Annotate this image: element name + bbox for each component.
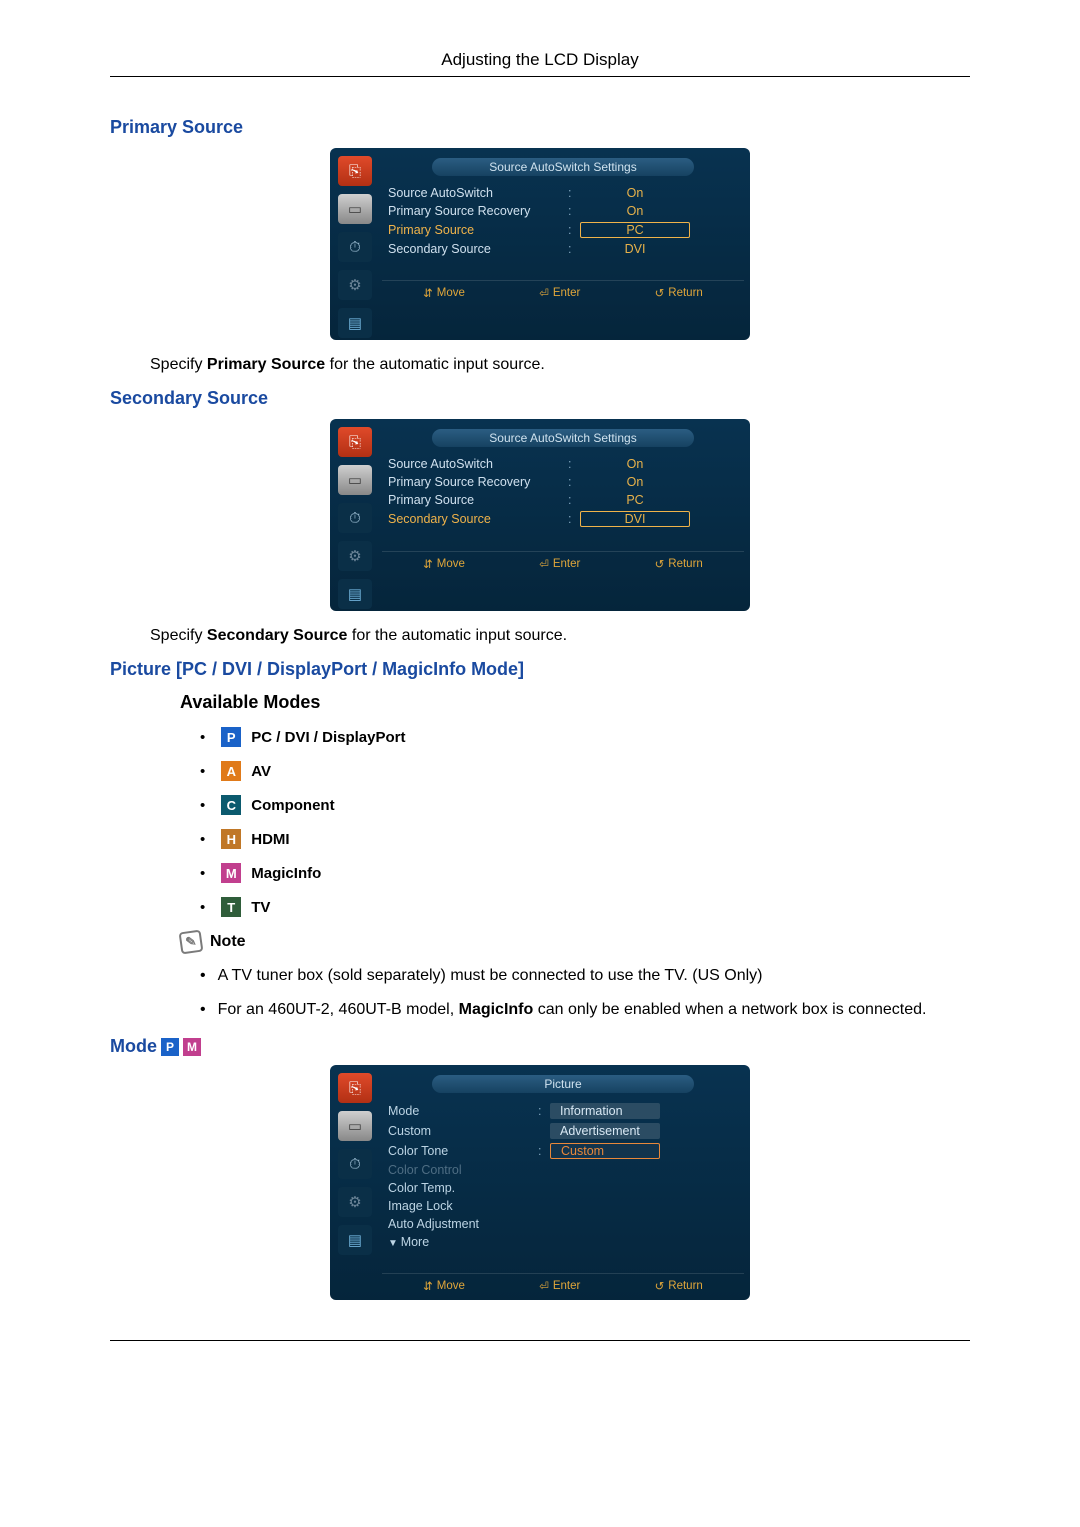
c-icon: C <box>221 795 241 815</box>
osd-icon-multi: ▤ <box>338 1225 372 1255</box>
osd-row-image-lock[interactable]: Image Lock <box>388 1197 738 1215</box>
heading-available-modes: Available Modes <box>180 692 970 713</box>
osd-hint-enter: ⏎ Enter <box>539 1279 580 1293</box>
osd-row-primary-recovery[interactable]: Primary Source Recovery: On <box>388 473 738 491</box>
osd-secondary-source: ⎘ ▭ ⏱ ⚙ ▤ Source AutoSwitch Settings Sou… <box>110 419 970 611</box>
osd-icon-input: ⎘ <box>338 1073 372 1103</box>
note-item: For an 460UT-2, 460UT-B model, MagicInfo… <box>200 999 970 1021</box>
p-icon: P <box>161 1038 179 1056</box>
osd-title: Picture <box>432 1075 695 1093</box>
heading-picture-mode: Picture [PC / DVI / DisplayPort / MagicI… <box>110 659 970 680</box>
osd-row-secondary-source[interactable]: Secondary Source: DVI <box>388 240 738 258</box>
osd-row-custom[interactable]: Custom Advertisement <box>388 1121 738 1141</box>
mode-item-tv: T TV <box>200 897 970 917</box>
osd-icon-sound: ⏱ <box>338 503 372 533</box>
osd-row-primary-recovery[interactable]: Primary Source Recovery: On <box>388 202 738 220</box>
osd-title: Source AutoSwitch Settings <box>432 429 695 447</box>
osd-hint-move: ⇵ Move <box>423 286 465 300</box>
osd-picture-mode: ⎘ ▭ ⏱ ⚙ ▤ Picture Mode: Information Cust… <box>110 1065 970 1300</box>
osd-hint-return: ↺ Return <box>655 286 703 300</box>
osd-sidebar: ⎘ ▭ ⏱ ⚙ ▤ <box>336 425 380 611</box>
osd-row-color-temp[interactable]: Color Temp. <box>388 1179 738 1197</box>
osd-icon-multi: ▤ <box>338 308 372 338</box>
osd-footer: ⇵ Move ⏎ Enter ↺ Return <box>382 280 744 307</box>
osd-row-primary-source[interactable]: Primary Source: PC <box>388 220 738 240</box>
primary-source-description: Specify Primary Source for the automatic… <box>150 356 970 374</box>
mode-item-component: C Component <box>200 795 970 815</box>
m-icon: M <box>221 863 241 883</box>
page-header: Adjusting the LCD Display <box>110 50 970 77</box>
note-item: A TV tuner box (sold separately) must be… <box>200 965 970 987</box>
heading-secondary-source: Secondary Source <box>110 388 970 409</box>
osd-primary-source: ⎘ ▭ ⏱ ⚙ ▤ Source AutoSwitch Settings Sou… <box>110 148 970 340</box>
osd-row-secondary-source[interactable]: Secondary Source: DVI <box>388 509 738 529</box>
osd-row-primary-source[interactable]: Primary Source: PC <box>388 491 738 509</box>
osd-hint-move: ⇵ Move <box>423 1279 465 1293</box>
osd-footer: ⇵ Move ⏎ Enter ↺ Return <box>382 1273 744 1300</box>
osd-icon-setup: ⚙ <box>338 270 372 300</box>
page-footer-rule <box>110 1340 970 1341</box>
osd-icon-setup: ⚙ <box>338 1187 372 1217</box>
osd-hint-enter: ⏎ Enter <box>539 557 580 571</box>
note-list: A TV tuner box (sold separately) must be… <box>200 965 970 1020</box>
osd-icon-picture: ▭ <box>338 194 372 224</box>
h-icon: H <box>221 829 241 849</box>
osd-row-auto-adjustment[interactable]: Auto Adjustment <box>388 1215 738 1233</box>
osd-hint-return: ↺ Return <box>655 557 703 571</box>
osd-hint-move: ⇵ Move <box>423 557 465 571</box>
osd-icon-setup: ⚙ <box>338 541 372 571</box>
osd-title: Source AutoSwitch Settings <box>432 158 695 176</box>
mode-item-av: A AV <box>200 761 970 781</box>
osd-icon-input: ⎘ <box>338 156 372 186</box>
osd-icon-picture: ▭ <box>338 1111 372 1141</box>
m-icon: M <box>183 1038 201 1056</box>
heading-primary-source: Primary Source <box>110 117 970 138</box>
osd-icon-sound: ⏱ <box>338 1149 372 1179</box>
osd-hint-return: ↺ Return <box>655 1279 703 1293</box>
secondary-source-description: Specify Secondary Source for the automat… <box>150 627 970 645</box>
osd-row-color-control: Color Control <box>388 1161 738 1179</box>
osd-icon-picture: ▭ <box>338 465 372 495</box>
osd-sidebar: ⎘ ▭ ⏱ ⚙ ▤ <box>336 1071 380 1300</box>
osd-row-more[interactable]: More <box>388 1233 738 1251</box>
page-title: Adjusting the LCD Display <box>441 50 638 69</box>
osd-icon-input: ⎘ <box>338 427 372 457</box>
osd-row-mode[interactable]: Mode: Information <box>388 1101 738 1121</box>
mode-item-pc: P PC / DVI / DisplayPort <box>200 727 970 747</box>
mode-item-magicinfo: M MagicInfo <box>200 863 970 883</box>
osd-icon-multi: ▤ <box>338 579 372 609</box>
osd-row-source-autoswitch[interactable]: Source AutoSwitch: On <box>388 455 738 473</box>
note-icon: ✎ <box>179 930 204 955</box>
p-icon: P <box>221 727 241 747</box>
osd-sidebar: ⎘ ▭ ⏱ ⚙ ▤ <box>336 154 380 340</box>
available-modes-list: P PC / DVI / DisplayPort A AV C Componen… <box>200 727 970 917</box>
a-icon: A <box>221 761 241 781</box>
osd-row-source-autoswitch[interactable]: Source AutoSwitch: On <box>388 184 738 202</box>
mode-item-hdmi: H HDMI <box>200 829 970 849</box>
osd-row-color-tone[interactable]: Color Tone: Custom <box>388 1141 738 1161</box>
note-heading: ✎ Note <box>180 931 970 953</box>
heading-mode: Mode P M <box>110 1036 970 1057</box>
osd-hint-enter: ⏎ Enter <box>539 286 580 300</box>
osd-icon-sound: ⏱ <box>338 232 372 262</box>
t-icon: T <box>221 897 241 917</box>
osd-footer: ⇵ Move ⏎ Enter ↺ Return <box>382 551 744 578</box>
